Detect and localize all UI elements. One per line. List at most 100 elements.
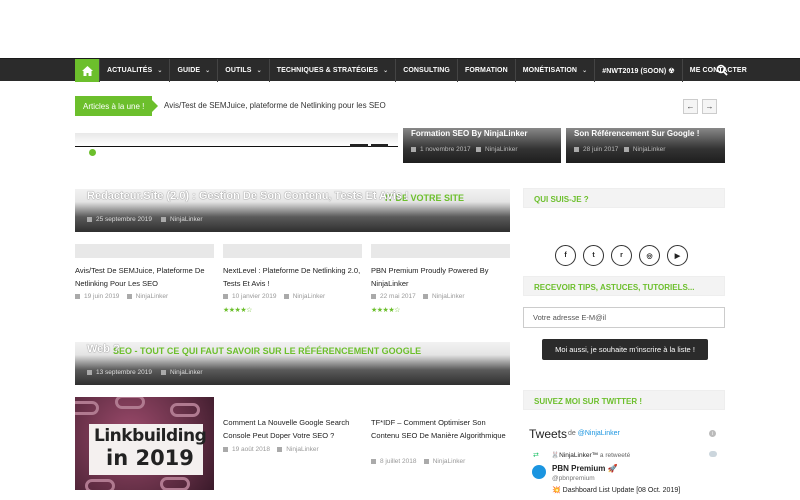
featured-post-band[interactable]: IT DE VOTRE SITE Redacteur.Site (2.0) : … (75, 189, 510, 232)
twitter-timeline[interactable]: Tweets de @NinjaLinker i ⇄ 🐰NinjaLinker™… (523, 420, 725, 500)
nav-item-outils[interactable]: OUTILS ⌄ (217, 59, 268, 82)
featured-post-meta: 13 septembre 2019 NinjaLinker (87, 369, 203, 376)
featured-post-title[interactable]: Redacteur.Site (2.0) : Gestion De Son Co… (87, 190, 409, 202)
sidebar-heading-label: QUI SUIS-JE ? (534, 195, 589, 204)
featured-post-title[interactable]: Web ? (87, 343, 120, 355)
home-button[interactable] (75, 59, 99, 82)
post-meta: 10 janvier 2019 NinjaLinker (223, 293, 325, 300)
calendar-icon (411, 146, 416, 152)
subscribe-button[interactable]: Moi aussi, je souhaite m'inscrire à la l… (542, 339, 708, 360)
sidebar-heading-twitter: SUIVEZ MOI SUR TWITTER ! (523, 390, 725, 410)
user-icon (126, 293, 132, 299)
slider-dot-active[interactable] (89, 149, 96, 156)
section-heading: SEO - TOUT CE QUI FAUT SAVOIR SUR LE RÉF… (113, 346, 422, 356)
featured-post-meta: 25 septembre 2019 NinjaLinker (87, 216, 203, 223)
sidebar-heading-about: QUI SUIS-JE ? (523, 188, 725, 208)
nav-item-nwt2019[interactable]: #NWT2019 (SOON) ☢ (594, 59, 682, 82)
nav-item-consulting[interactable]: CONSULTING (395, 59, 457, 82)
chevron-down-icon: ⌄ (256, 68, 262, 74)
instagram-glyph: ◎ (646, 252, 653, 260)
linkbuilding-caption-line: Linkbuilding (94, 426, 207, 446)
user-icon (423, 458, 429, 464)
arrow-left-icon: ← (686, 102, 695, 111)
page: ACTUALITÉS ⌄ GUIDE ⌄ OUTILS ⌄ TECHNIQUES & … (0, 0, 800, 500)
rating-stars: ★★★★☆ (223, 307, 252, 314)
nav-item-guide[interactable]: GUIDE ⌄ (169, 59, 217, 82)
chain-link (75, 401, 99, 415)
post-title[interactable]: TF*IDF – Comment Optimiser Son Contenu S… (371, 416, 513, 442)
calendar-icon (574, 146, 579, 152)
chevron-down-icon: ⌄ (582, 68, 588, 74)
main-navigation: ACTUALITÉS ⌄ GUIDE ⌄ OUTILS ⌄ TECHNIQUES & … (0, 58, 800, 82)
chain-link (160, 477, 190, 490)
instagram-icon[interactable]: ◎ (639, 245, 660, 266)
sidebar-heading-newsletter: RECEVOIR TIPS, ASTUCES, TUTORIELS... (523, 276, 725, 296)
reddit-icon[interactable]: r (611, 245, 632, 266)
post-title[interactable]: Avis/Test De SEMJuice, Plateforme De Net… (75, 264, 217, 290)
ticker-headline[interactable]: Avis/Test de SEMJuice, plateforme de Net… (164, 101, 386, 110)
nav-item-actualites[interactable]: ACTUALITÉS ⌄ (99, 59, 169, 82)
calendar-icon (87, 369, 92, 375)
slider-card[interactable]: Formation SEO By NinjaLinker 1 novembre … (403, 128, 561, 163)
post-thumbnail[interactable] (223, 244, 362, 258)
nav-item-monetisation[interactable]: MONÉTISATION ⌄ (514, 59, 595, 82)
ticker-next-button[interactable]: → (702, 99, 717, 114)
post-title[interactable]: NextLevel : Plateforme De Netlinking 2.0… (223, 264, 365, 290)
arrow-right-icon: → (705, 102, 714, 111)
user-icon (283, 293, 289, 299)
chain-link (170, 403, 200, 417)
slider-card-meta: 28 juin 2017 NinjaLinker (574, 146, 665, 153)
calendar-icon (75, 293, 80, 299)
calendar-icon (223, 293, 228, 299)
facebook-glyph: f (564, 252, 567, 259)
nav-label: FORMATION (464, 67, 508, 74)
tweets-by[interactable]: de @NinjaLinker (568, 430, 620, 437)
slider-bar (371, 144, 388, 147)
avatar[interactable] (532, 465, 546, 479)
calendar-icon (223, 446, 228, 452)
nav-label: MONÉTISATION (522, 67, 578, 74)
chevron-down-icon: ⌄ (205, 68, 211, 74)
twitter-bird-icon (709, 451, 717, 457)
nav-label: ACTUALITÉS (107, 67, 153, 74)
linkbuilding-caption: Linkbuilding in 2019 (89, 424, 207, 475)
user-icon (161, 369, 167, 375)
tweet-author-name[interactable]: PBN Premium 🚀 (552, 464, 618, 473)
slider-card[interactable]: Son Référencement Sur Google ! 28 juin 2… (566, 128, 725, 163)
post-thumbnail[interactable] (75, 244, 214, 258)
user-icon (476, 146, 482, 152)
youtube-icon[interactable]: ▶ (667, 245, 688, 266)
facebook-icon[interactable]: f (555, 245, 576, 266)
search-icon[interactable] (716, 64, 728, 76)
post-title[interactable]: PBN Premium Proudly Powered By NinjaLink… (371, 264, 513, 290)
slider-card-meta: 1 novembre 2017 NinjaLinker (411, 146, 518, 153)
ticker-prev-button[interactable]: ← (683, 99, 698, 114)
user-icon (277, 446, 283, 452)
nav-label: CONSULTING (403, 67, 450, 74)
nav-item-techniques[interactable]: TECHNIQUES & STRATÉGIES ⌄ (268, 59, 396, 82)
user-icon (161, 216, 167, 222)
calendar-icon (371, 458, 376, 464)
slider-main-slide[interactable] (75, 133, 398, 147)
slider-card-title: Son Référencement Sur Google ! (574, 129, 700, 138)
chevron-down-icon: ⌄ (383, 68, 389, 74)
nav-item-formation[interactable]: FORMATION (456, 59, 515, 82)
chain-link (85, 479, 115, 490)
retweet-icon: ⇄ (533, 452, 539, 459)
chevron-down-icon: ⌄ (157, 68, 163, 74)
post-title[interactable]: Comment La Nouvelle Google Search Consol… (223, 416, 365, 442)
post-thumbnail[interactable] (371, 244, 510, 258)
tweet-author-handle[interactable]: @pbnpremium (552, 475, 595, 482)
reddit-glyph: r (620, 252, 623, 259)
news-ticker: Articles à la une ! Avis/Test de SEMJuic… (75, 96, 725, 116)
info-icon[interactable]: i (709, 430, 716, 437)
calendar-icon (87, 216, 92, 222)
linkbuilding-image[interactable]: Linkbuilding in 2019 (75, 397, 214, 490)
tweet-text: 💥 Dashboard List Update [08 Oct. 2019] (552, 487, 681, 494)
user-icon (423, 293, 429, 299)
twitter-icon[interactable]: t (583, 245, 604, 266)
featured-post-band[interactable]: SEO - TOUT CE QUI FAUT SAVOIR SUR LE RÉF… (75, 342, 510, 385)
retweet-line: 🐰NinjaLinker™ a retweeté (551, 452, 631, 459)
chain-link (115, 397, 145, 409)
email-field[interactable]: Votre adresse E-M@il (523, 307, 725, 328)
